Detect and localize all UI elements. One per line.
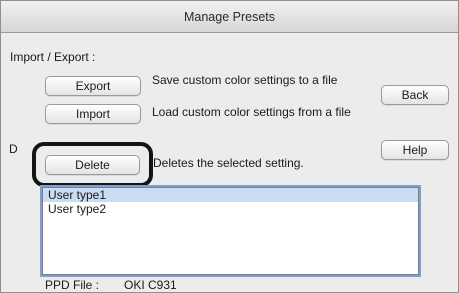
export-description: Save custom color settings to a file [152, 73, 338, 87]
import-button[interactable]: Import [45, 104, 141, 124]
delete-section-label: D [9, 142, 18, 156]
export-button[interactable]: Export [45, 76, 141, 96]
preset-list-item-user-type1[interactable]: User type1 [43, 188, 418, 202]
back-button[interactable]: Back [381, 85, 449, 105]
help-button[interactable]: Help [381, 140, 449, 160]
presets-listbox[interactable]: User type1 User type2 [42, 187, 419, 275]
delete-button[interactable]: Delete [45, 155, 140, 175]
window-title: Manage Presets [1, 1, 458, 33]
delete-description: Deletes the selected setting. [153, 156, 304, 170]
import-export-label: Import / Export : [10, 50, 96, 64]
manage-presets-window: Manage Presets Import / Export : Export … [0, 0, 459, 293]
ppd-file-label: PPD File : [45, 278, 100, 292]
preset-list-item-user-type2[interactable]: User type2 [43, 202, 418, 216]
ppd-file-value: OKI C931 [124, 278, 177, 292]
import-description: Load custom color settings from a file [152, 105, 351, 119]
